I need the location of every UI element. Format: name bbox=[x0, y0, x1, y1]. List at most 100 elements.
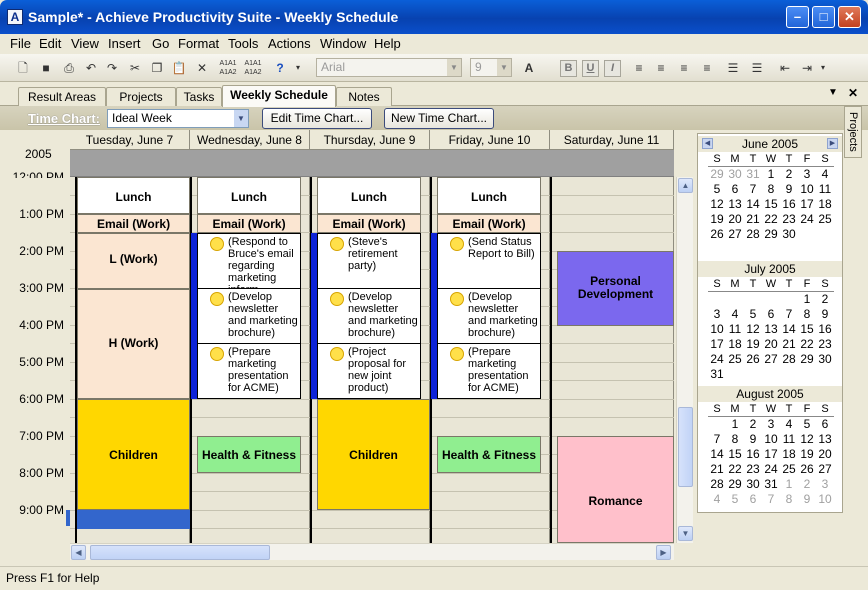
calendar-week[interactable]: 10 11 12 13 14 15 16 bbox=[708, 322, 834, 337]
selected-slot[interactable] bbox=[77, 510, 190, 529]
close-tab-icon[interactable]: ✕ bbox=[848, 86, 858, 100]
calendar-week[interactable]: 7 8 9 10 11 12 13 bbox=[708, 432, 834, 447]
justify-icon[interactable]: ≡ bbox=[698, 59, 716, 77]
tab-notes[interactable]: Notes bbox=[336, 87, 392, 107]
calendar-week[interactable]: 5 6 7 8 9 10 11 bbox=[708, 182, 834, 197]
minimize-button[interactable]: – bbox=[786, 6, 809, 28]
copy-icon[interactable]: ❐ bbox=[148, 59, 166, 77]
bold-icon[interactable]: B bbox=[560, 60, 577, 77]
task-item[interactable]: (Steve's retirement party) bbox=[317, 233, 421, 289]
tab-tasks[interactable]: Tasks bbox=[176, 87, 222, 107]
print-icon[interactable]: ⎙ bbox=[60, 59, 78, 77]
calendar-week[interactable]: 17 18 19 20 21 22 23 bbox=[708, 337, 834, 352]
task-item[interactable]: (Project proposal for new joint product) bbox=[317, 343, 421, 399]
menu-format[interactable]: Format bbox=[178, 36, 219, 51]
new-icon[interactable]: 🗋 bbox=[14, 59, 32, 77]
event-email-work[interactable]: Email (Work) bbox=[317, 214, 421, 233]
tab-weekly-schedule[interactable]: Weekly Schedule bbox=[222, 85, 336, 107]
toolbar-overflow-icon[interactable]: ▾ bbox=[819, 59, 827, 77]
scroll-thumb[interactable] bbox=[678, 407, 693, 487]
event-h-work[interactable]: H (Work) bbox=[77, 289, 190, 399]
horizontal-scrollbar[interactable]: ◀ ▶ bbox=[70, 543, 674, 560]
calendar-week[interactable]: 24 25 26 27 28 29 30 bbox=[708, 352, 834, 367]
scroll-right-icon[interactable]: ▶ bbox=[656, 545, 671, 560]
calendar-week[interactable]: 29 30 31 1 2 3 4 bbox=[708, 167, 834, 182]
menu-go[interactable]: Go bbox=[152, 36, 169, 51]
renumber-icon[interactable]: A1A1 A1A2 bbox=[243, 59, 263, 77]
calendar-week[interactable]: 31 bbox=[708, 367, 834, 382]
task-item[interactable]: (Prepare marketing presentation for ACME… bbox=[437, 343, 541, 399]
align-center-icon[interactable]: ≡ bbox=[652, 59, 670, 77]
menu-actions[interactable]: Actions bbox=[268, 36, 311, 51]
event-romance[interactable]: Romance bbox=[557, 436, 674, 543]
calendar-week[interactable]: 12 bbox=[708, 292, 834, 307]
menu-tools[interactable]: Tools bbox=[228, 36, 258, 51]
align-right-icon[interactable]: ≡ bbox=[675, 59, 693, 77]
menu-window[interactable]: Window bbox=[320, 36, 366, 51]
event-personal-development[interactable]: Personal Development bbox=[557, 251, 674, 326]
task-item[interactable]: (Develop newsletter and marketing brochu… bbox=[437, 288, 541, 344]
calendar-week[interactable]: 4 5 6 7 8 9 10 bbox=[708, 492, 834, 507]
italic-icon[interactable]: I bbox=[604, 60, 621, 77]
scroll-thumb[interactable] bbox=[90, 545, 270, 560]
event-l-work[interactable]: L (Work) bbox=[77, 233, 190, 289]
calendar-week[interactable]: 28 29 30 31 1 2 3 bbox=[708, 477, 834, 492]
event-lunch[interactable]: Lunch bbox=[197, 177, 301, 214]
renumber-icon[interactable]: A1A1 A1A2 bbox=[218, 59, 238, 77]
maximize-button[interactable]: □ bbox=[812, 6, 835, 28]
numbering-icon[interactable]: ☰ bbox=[748, 59, 766, 77]
event-lunch[interactable]: Lunch bbox=[317, 177, 421, 214]
font-size-select[interactable]: 9 ▼ bbox=[470, 58, 512, 77]
underline-icon[interactable]: U bbox=[582, 60, 599, 77]
event-email-work[interactable]: Email (Work) bbox=[77, 214, 190, 233]
event-email-work[interactable]: Email (Work) bbox=[197, 214, 301, 233]
save-icon[interactable]: ■ bbox=[37, 59, 55, 77]
calendar-week[interactable]: 14 15 16 17 18 19 20 bbox=[708, 447, 834, 462]
calendar-week[interactable]: 3456789 bbox=[708, 307, 834, 322]
scroll-up-icon[interactable]: ▲ bbox=[678, 178, 693, 193]
prev-month-icon[interactable]: ◀ bbox=[702, 138, 713, 149]
tab-projects[interactable]: Projects bbox=[106, 87, 176, 107]
calendar-week[interactable]: 19 20 21 22 23 24 25 bbox=[708, 212, 834, 227]
cut-icon[interactable]: ✂ bbox=[126, 59, 144, 77]
align-left-icon[interactable]: ≡ bbox=[630, 59, 648, 77]
calendar-week[interactable]: 26 27 28 29 30 bbox=[708, 227, 834, 242]
edit-time-chart-button[interactable]: Edit Time Chart... bbox=[262, 108, 372, 129]
event-children[interactable]: Children bbox=[77, 399, 190, 510]
menu-edit[interactable]: Edit bbox=[39, 36, 61, 51]
event-health-fitness[interactable]: Health & Fitness bbox=[197, 436, 301, 473]
menu-help[interactable]: Help bbox=[374, 36, 401, 51]
redo-icon[interactable]: ↷ bbox=[103, 59, 121, 77]
help-icon[interactable]: ? bbox=[271, 59, 289, 77]
new-time-chart-button[interactable]: New Time Chart... bbox=[384, 108, 494, 129]
menu-file[interactable]: File bbox=[10, 36, 31, 51]
font-color-icon[interactable]: A bbox=[520, 59, 538, 77]
tab-menu-icon[interactable]: ▼ bbox=[828, 87, 838, 98]
tab-result-areas[interactable]: Result Areas bbox=[18, 87, 106, 107]
task-item[interactable]: (Prepare marketing presentation for ACME… bbox=[197, 343, 301, 399]
calendar-week[interactable]: 123456 bbox=[708, 417, 834, 432]
task-item[interactable]: (Develop newsletter and marketing brochu… bbox=[197, 288, 301, 344]
indent-icon[interactable]: ⇥ bbox=[798, 59, 816, 77]
bullets-icon[interactable]: ☰ bbox=[724, 59, 742, 77]
projects-side-tab[interactable]: Projects bbox=[844, 106, 862, 158]
undo-icon[interactable]: ↶ bbox=[82, 59, 100, 77]
task-item[interactable]: (Respond to Bruce's email regarding mark… bbox=[197, 233, 301, 289]
event-lunch[interactable]: Lunch bbox=[437, 177, 541, 214]
event-email-work[interactable]: Email (Work) bbox=[437, 214, 541, 233]
task-item[interactable]: (Develop newsletter and marketing brochu… bbox=[317, 288, 421, 344]
next-month-icon[interactable]: ▶ bbox=[827, 138, 838, 149]
paste-icon[interactable]: 📋 bbox=[170, 59, 188, 77]
delete-icon[interactable]: ✕ bbox=[193, 59, 211, 77]
calendar-week[interactable]: 12 13 14 15 16 17 18 bbox=[708, 197, 834, 212]
calendar-week[interactable]: 21 22 23 24 25 26 27 bbox=[708, 462, 834, 477]
outdent-icon[interactable]: ⇤ bbox=[776, 59, 794, 77]
scroll-left-icon[interactable]: ◀ bbox=[71, 545, 86, 560]
toolbar-overflow-icon[interactable]: ▾ bbox=[294, 59, 302, 77]
time-chart-select[interactable]: Ideal Week ▼ bbox=[107, 109, 249, 128]
task-item[interactable]: (Send Status Report to Bill) bbox=[437, 233, 541, 289]
scroll-down-icon[interactable]: ▼ bbox=[678, 526, 693, 541]
menu-insert[interactable]: Insert bbox=[108, 36, 141, 51]
event-children[interactable]: Children bbox=[317, 399, 430, 510]
font-select[interactable]: Arial ▼ bbox=[316, 58, 462, 77]
